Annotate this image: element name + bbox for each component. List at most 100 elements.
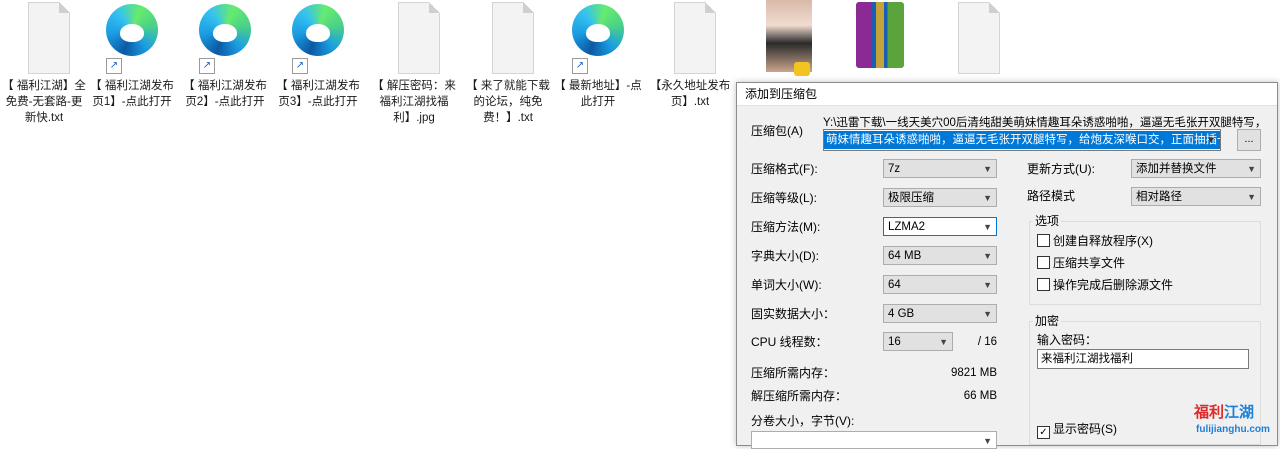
file-item-txt-1[interactable]: 【 福利江湖】全免费-无套路-更新快.txt [0,0,88,126]
file-label: 【 最新地址】-点此打开 [554,80,642,108]
dict-label: 字典大小(D): [751,249,819,263]
browse-button[interactable]: ... [1237,129,1261,151]
text-file-icon [28,2,70,74]
solid-label: 固实数据大小： [751,307,836,321]
text-file-icon [492,2,534,74]
file-item-shortcut-3[interactable]: ↗ 【 福利江湖发布页3】-点此打开 [274,0,362,110]
chevron-down-icon: ▼ [983,222,992,232]
cpu-label: CPU 线程数： [751,335,828,349]
update-select[interactable]: 添加并替换文件 ▼ [1131,159,1261,178]
file-label: 【 来了就能下载的论坛，纯免费！】.txt [466,80,550,124]
edge-browser-icon [292,4,344,56]
dict-select[interactable]: 64 MB ▼ [883,246,997,265]
file-item-video[interactable] [744,0,832,76]
chevron-down-icon: ▼ [983,193,992,203]
sfx-checkbox[interactable]: 创建自释放程序(X) [1037,233,1153,249]
dict-value: 64 MB [888,250,922,262]
checkbox-box[interactable] [1037,234,1050,247]
shortcut-arrow-icon: ↗ [199,58,215,74]
winrar-archive-icon [856,2,904,68]
path-mode-select[interactable]: 相对路径 ▼ [1131,187,1261,206]
word-select[interactable]: 64 ▼ [883,275,997,294]
checkbox-checked-icon[interactable]: ✓ [1037,426,1050,439]
solid-value: 4 GB [888,308,915,320]
delete-source-label: 操作完成后删除源文件 [1053,278,1174,292]
update-value: 添加并替换文件 [1136,163,1217,175]
delete-source-checkbox[interactable]: 操作完成后删除源文件 [1037,277,1173,293]
edge-browser-icon [199,4,251,56]
file-item-archive[interactable] [836,0,924,76]
file-label: 【 福利江湖】全免费-无套路-更新快.txt [2,80,86,124]
mem-comp-value: 9821 MB [950,367,997,379]
file-item-shortcut-1[interactable]: ↗ 【 福利江湖发布页1】-点此打开 [88,0,176,110]
solid-select[interactable]: 4 GB ▼ [883,304,997,323]
level-select[interactable]: 极限压缩 ▼ [883,188,997,207]
password-value: 来福利江湖找福利 [1041,353,1133,365]
method-value: LZMA2 [888,221,926,233]
path-mode-value: 相对路径 [1136,191,1182,203]
show-password-label: 显示密码(S) [1053,422,1117,436]
file-item-txt-3[interactable]: 【永久地址发布页】.txt [646,0,734,110]
update-label: 更新方式(U): [1027,162,1095,176]
chevron-down-icon: ▼ [983,309,992,319]
cpu-value: 16 [888,336,901,348]
watermark-domain: fulijianghu.com [1196,424,1270,435]
method-select[interactable]: LZMA2 ▼ [883,217,997,236]
cpu-select[interactable]: 16 ▼ [883,332,953,351]
checkbox-box[interactable] [1037,256,1050,269]
add-to-archive-dialog: 添加到压缩包 压缩包(A) Y:\迅雷下载\一线天美穴00后清纯甜美萌妹情趣耳朵… [736,82,1278,449]
file-item-jpg[interactable]: 【 解压密码：来福利江湖找福利】.jpg [370,0,458,126]
dialog-title: 添加到压缩包 [737,83,1277,106]
file-item-shortcut-4[interactable]: ↗ 【 最新地址】-点此打开 [554,0,642,110]
split-label: 分卷大小，字节(V): [751,414,855,428]
archive-label: 压缩包(A) [751,124,803,138]
level-label: 压缩等级(L): [751,191,818,205]
show-password-checkbox[interactable]: ✓ 显示密码(S) [1037,421,1117,439]
file-label: 【 福利江湖发布页1】-点此打开 [90,80,174,108]
mem-comp-label: 压缩所需内存： [751,366,836,380]
checkbox-box[interactable] [1037,278,1050,291]
mem-decomp-label: 解压缩所需内存： [751,389,848,403]
archive-name-value: 萌妹情趣耳朵诱惑啪啪，逼逼无毛张开双腿特写，给炮友深喉口交，正面抽插一脸享受.7… [824,131,1220,149]
shortcut-arrow-icon: ↗ [572,58,588,74]
word-label: 单词大小(W): [751,278,822,292]
chevron-down-icon: ▼ [983,436,992,446]
format-label: 压缩格式(F): [751,162,818,176]
chevron-down-icon: ▼ [983,280,992,290]
chevron-down-icon: ▼ [983,164,992,174]
chevron-down-icon: ▼ [983,251,992,261]
format-select[interactable]: 7z ▼ [883,159,997,178]
file-item-txt-4[interactable] [930,0,1018,76]
format-value: 7z [888,163,901,175]
options-title: 选项 [1033,214,1062,228]
archive-name-combobox[interactable]: 萌妹情趣耳朵诱惑啪啪，逼逼无毛张开双腿特写，给炮友深喉口交，正面抽插一脸享受.7… [823,129,1221,151]
chevron-down-icon: ▼ [1247,164,1256,174]
file-label: 【 福利江湖发布页3】-点此打开 [276,80,360,108]
chevron-down-icon[interactable]: ▼ [1204,132,1218,148]
encryption-title: 加密 [1033,314,1062,328]
file-item-shortcut-2[interactable]: ↗ 【 福利江湖发布页2】-点此打开 [181,0,269,110]
watermark-text-red: 福利 [1194,404,1225,421]
password-input[interactable]: 来福利江湖找福利 [1037,349,1249,369]
text-file-icon [674,2,716,74]
shortcut-arrow-icon: ↗ [292,58,308,74]
player-badge-icon [794,62,810,76]
file-label: 【 解压密码：来福利江湖找福利】.jpg [372,80,456,124]
word-value: 64 [888,279,901,291]
mem-decomp-value: 66 MB [963,390,997,402]
image-file-icon [398,2,440,74]
method-label: 压缩方法(M): [751,220,821,234]
cpu-total: / 16 [977,336,997,348]
split-size-combobox[interactable]: ▼ [751,431,997,449]
shortcut-arrow-icon: ↗ [106,58,122,74]
edge-browser-icon [106,4,158,56]
watermark-text-blue: 江湖 [1224,404,1255,421]
password-label: 输入密码： [1037,333,1098,347]
site-watermark-logo: 福利江湖 fulijianghu.com [1190,404,1276,444]
file-item-txt-2[interactable]: 【 来了就能下载的论坛，纯免费！】.txt [464,0,552,126]
text-file-icon [958,2,1000,74]
path-mode-label: 路径模式 [1027,189,1076,203]
shared-checkbox[interactable]: 压缩共享文件 [1037,255,1125,271]
shared-label: 压缩共享文件 [1053,256,1126,270]
file-label: 【永久地址发布页】.txt [649,80,731,108]
